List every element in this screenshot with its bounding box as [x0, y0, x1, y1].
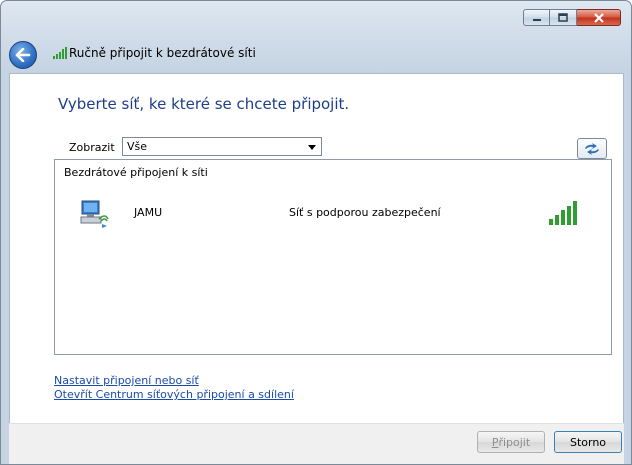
network-list[interactable]: Bezdrátové připojení k síti JAMU Síť s p… — [54, 159, 612, 355]
chevron-down-icon — [308, 145, 316, 150]
cancel-button[interactable]: Storno — [554, 431, 622, 453]
close-icon — [593, 12, 604, 23]
setup-connection-link[interactable]: Nastavit připojení nebo síť — [54, 374, 199, 387]
filter-label: Zobrazit — [69, 141, 115, 154]
filter-selected-value: Vše — [127, 140, 148, 153]
network-center-link[interactable]: Otevřít Centrum síťových připojení a sdí… — [54, 388, 294, 401]
minimize-icon — [532, 18, 541, 21]
connect-button[interactable]: Připojit — [477, 431, 545, 453]
network-name: JAMU — [134, 206, 163, 219]
page-heading: Vyberte síť, ke které se chcete připojit… — [58, 95, 350, 113]
window-controls — [523, 9, 621, 26]
wireless-signal-icon — [53, 47, 67, 59]
maximize-button[interactable] — [550, 9, 577, 26]
minimize-button[interactable] — [523, 9, 550, 26]
close-button[interactable] — [577, 9, 621, 26]
filter-select[interactable]: Vše — [122, 137, 322, 156]
wireless-network-icon — [80, 200, 109, 228]
connect-button-label: řipojit — [498, 435, 531, 449]
window-title: Ručně připojit k bezdrátové síti — [69, 46, 256, 60]
refresh-icon — [585, 142, 599, 155]
arrow-left-icon — [15, 48, 31, 62]
connect-button-accesskey: P — [491, 435, 499, 449]
dialog-window: Ručně připojit k bezdrátové síti Vyberte… — [0, 0, 632, 465]
signal-strength-icon — [549, 201, 577, 225]
list-group-header: Bezdrátové připojení k síti — [64, 166, 208, 179]
network-row-jamu[interactable]: JAMU Síť s podporou zabezpečení — [55, 195, 611, 235]
refresh-button[interactable] — [577, 138, 607, 159]
back-button[interactable] — [9, 41, 37, 69]
network-security: Síť s podporou zabezpečení — [289, 206, 441, 219]
maximize-icon — [558, 13, 568, 22]
